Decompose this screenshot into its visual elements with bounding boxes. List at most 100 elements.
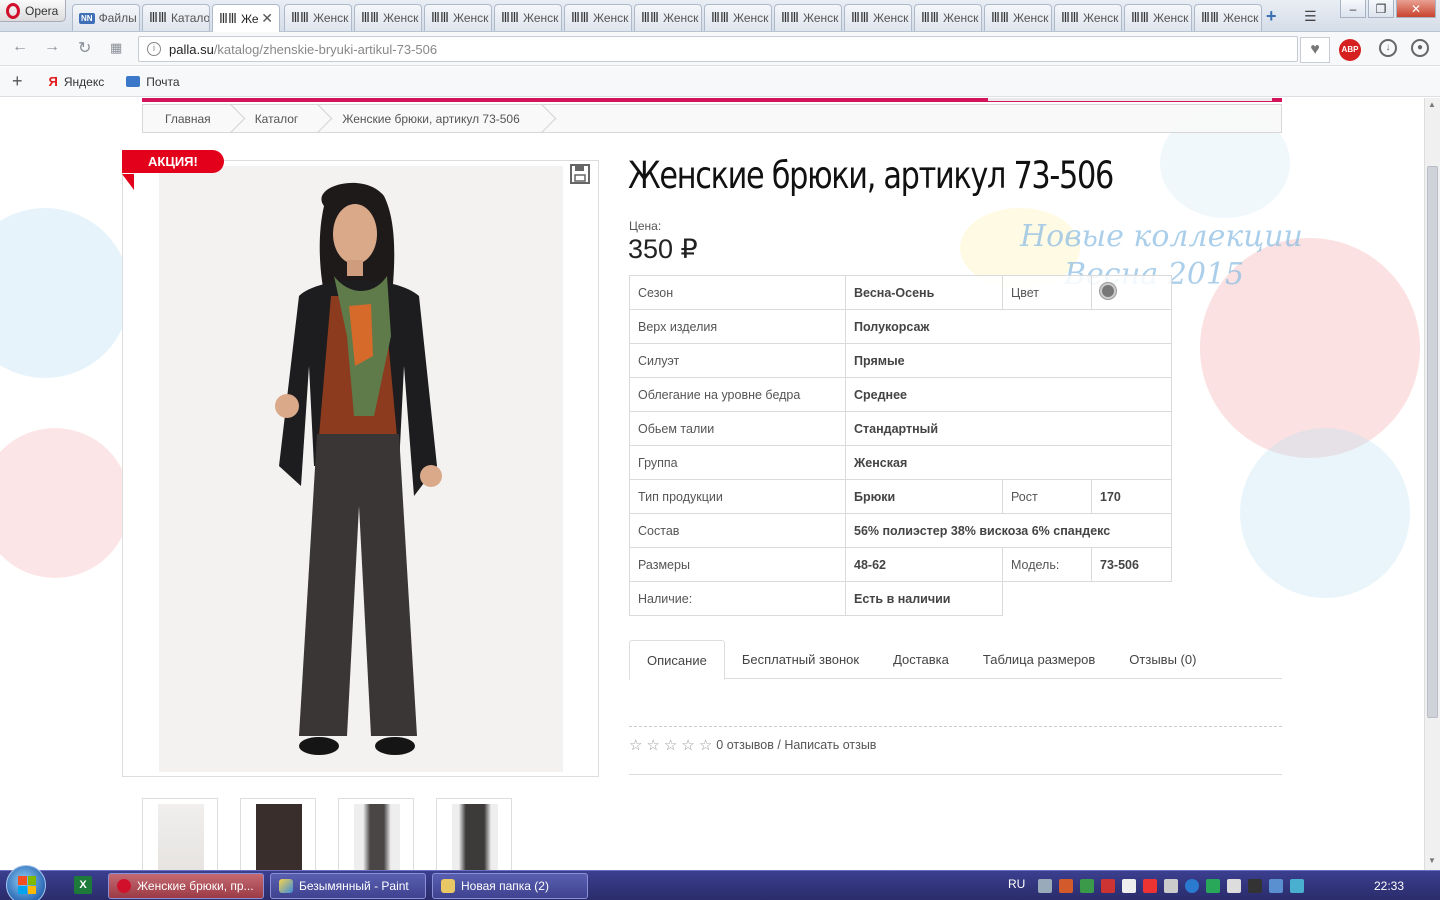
model-photo-illustration bbox=[275, 182, 442, 755]
spec-value: 48-62 bbox=[845, 547, 1003, 582]
volume-icon[interactable] bbox=[1227, 879, 1241, 893]
url-field[interactable]: i palla.su/katalog/zhenskie-bryuki-artik… bbox=[138, 36, 1298, 62]
spec-key: Группа bbox=[629, 445, 846, 480]
star-icon[interactable]: ☆ bbox=[629, 736, 642, 754]
tray-torrent-icon[interactable] bbox=[1206, 879, 1220, 893]
product-image-frame[interactable] bbox=[122, 160, 599, 777]
browser-tab[interactable]: ⅢⅢ Женск bbox=[1124, 4, 1192, 31]
palla-favicon-icon: ⅢⅢ bbox=[431, 10, 449, 25]
reviews-link[interactable]: 0 отзывов / Написать отзыв bbox=[716, 738, 876, 752]
language-indicator[interactable]: RU bbox=[1008, 877, 1025, 891]
color-swatch[interactable] bbox=[1100, 283, 1116, 299]
add-bookmark-icon[interactable]: + bbox=[12, 71, 23, 92]
bookmark-heart-icon[interactable]: ♥ bbox=[1300, 37, 1330, 63]
browser-tab[interactable]: ⅢⅢ Женск bbox=[284, 4, 352, 31]
browser-tab[interactable]: ⅢⅢ Женск bbox=[424, 4, 492, 31]
tab-free-call[interactable]: Бесплатный звонок bbox=[725, 640, 876, 679]
breadcrumb-catalog[interactable]: Каталог bbox=[233, 105, 321, 132]
reload-icon[interactable]: ↻ bbox=[78, 38, 91, 58]
back-arrow-icon[interactable]: ← bbox=[12, 38, 28, 56]
tray-app-icon[interactable] bbox=[1143, 879, 1157, 893]
tab-size-table[interactable]: Таблица размеров bbox=[966, 640, 1112, 679]
bookmark-yandex[interactable]: Я Яндекс bbox=[49, 74, 105, 89]
excel-icon[interactable]: X bbox=[74, 876, 92, 894]
browser-tab[interactable]: ⅢⅢ Женск bbox=[564, 4, 632, 31]
browser-tab[interactable]: ⅢⅢ Женск bbox=[1054, 4, 1122, 31]
site-info-icon[interactable]: i bbox=[147, 42, 161, 56]
product-photo[interactable] bbox=[159, 166, 563, 772]
breadcrumb-home[interactable]: Главная bbox=[143, 105, 233, 132]
spec-key: Облегание на уровне бедра bbox=[629, 377, 846, 412]
tray-app-icon[interactable] bbox=[1059, 879, 1073, 893]
tray-clipboard-icon[interactable] bbox=[1122, 879, 1136, 893]
tray-shield-icon[interactable] bbox=[1080, 879, 1094, 893]
network-icon[interactable] bbox=[1164, 879, 1178, 893]
browser-tab[interactable]: NN Файлы bbox=[72, 4, 140, 31]
browser-tab[interactable]: ⅢⅢ Женск bbox=[634, 4, 702, 31]
thumbnail-4[interactable] bbox=[436, 798, 512, 870]
scroll-up-icon[interactable]: ▲ bbox=[1428, 100, 1436, 109]
tray-app-icon[interactable] bbox=[1248, 879, 1262, 893]
tab-menu-icon[interactable]: ☰ bbox=[1304, 8, 1317, 25]
new-tab-icon[interactable]: + bbox=[1266, 6, 1277, 27]
browser-tab[interactable]: ⅢⅢ Женск bbox=[844, 4, 912, 31]
tab-delivery[interactable]: Доставка bbox=[876, 640, 966, 679]
tray-app-icon[interactable] bbox=[1038, 879, 1052, 893]
url-path: /katalog/zhenskie-bryuki-artikul-73-506 bbox=[213, 41, 438, 57]
browser-tab[interactable]: ⅢⅢ Женск bbox=[1194, 4, 1262, 31]
thumbnail-2[interactable] bbox=[240, 798, 316, 870]
opera-menu-label: Opera bbox=[25, 3, 59, 18]
thumbnail-image bbox=[452, 804, 498, 870]
maximize-icon[interactable]: ❐ bbox=[1368, 0, 1394, 18]
star-icon[interactable]: ☆ bbox=[664, 736, 677, 754]
thumbnail-image bbox=[354, 804, 400, 870]
browser-tab[interactable]: ⅢⅢ Женск bbox=[914, 4, 982, 31]
tab-reviews[interactable]: Отзывы (0) bbox=[1112, 640, 1213, 679]
opera-menu-button[interactable]: Opera bbox=[0, 0, 66, 22]
minimize-icon[interactable]: – bbox=[1340, 0, 1366, 18]
thumbnail-3[interactable] bbox=[338, 798, 414, 870]
taskbar-task-opera[interactable]: Женские брюки, пр... bbox=[108, 873, 264, 899]
star-icon[interactable]: ☆ bbox=[646, 736, 659, 754]
spec-key: Верх изделия bbox=[629, 309, 846, 344]
tab-label: Женск bbox=[312, 11, 349, 25]
scroll-down-icon[interactable]: ▼ bbox=[1428, 856, 1436, 865]
browser-tab[interactable]: ⅢⅢ Катало bbox=[142, 4, 210, 31]
watermark-line: Новые коллекции bbox=[1020, 219, 1303, 254]
browser-tab[interactable]: ⅢⅢ Женск bbox=[354, 4, 422, 31]
tray-app-icon[interactable] bbox=[1185, 879, 1199, 893]
page-scrollbar[interactable]: ▲ ▼ bbox=[1424, 98, 1440, 870]
browser-tab[interactable]: ⅢⅢ Женск bbox=[774, 4, 842, 31]
close-tab-icon[interactable]: ✕ bbox=[261, 10, 273, 27]
tab-description[interactable]: Описание bbox=[629, 640, 725, 680]
tray-app-icon[interactable] bbox=[1269, 879, 1283, 893]
save-icon[interactable] bbox=[570, 164, 592, 186]
browser-tab[interactable]: ⅢⅢ Женск bbox=[984, 4, 1052, 31]
tray-app-icon[interactable] bbox=[1101, 879, 1115, 893]
speed-dial-grid-icon[interactable]: ▦ bbox=[110, 40, 122, 56]
scrollbar-thumb[interactable] bbox=[1427, 166, 1438, 718]
thumbnail-1[interactable] bbox=[142, 798, 218, 870]
tray-app-icon[interactable] bbox=[1290, 879, 1304, 893]
close-window-icon[interactable]: ✕ bbox=[1396, 0, 1436, 18]
header-strip bbox=[142, 98, 1282, 102]
taskbar-task-paint[interactable]: Безымянный - Paint bbox=[270, 873, 426, 899]
tab-label: Женск bbox=[522, 11, 559, 25]
adblock-icon[interactable]: ABP bbox=[1339, 39, 1361, 61]
clock[interactable]: 22:33 bbox=[1374, 879, 1404, 893]
star-icon[interactable]: ☆ bbox=[699, 736, 712, 754]
header-search-box[interactable] bbox=[988, 98, 1272, 101]
browser-tab[interactable]: ⅢⅢ Женск bbox=[704, 4, 772, 31]
forward-arrow-icon[interactable]: → bbox=[44, 38, 60, 56]
spec-value: Стандартный bbox=[845, 411, 1172, 446]
bookmark-mail[interactable]: Почта bbox=[126, 75, 180, 89]
download-icon[interactable]: ↓ bbox=[1379, 39, 1397, 57]
browser-tab[interactable]: ⅢⅢ Женск bbox=[494, 4, 562, 31]
start-button[interactable] bbox=[6, 865, 46, 900]
browser-tab-active[interactable]: ⅢⅢ Же ✕ bbox=[212, 4, 280, 32]
tab-label: Женск bbox=[452, 11, 489, 25]
account-icon[interactable]: ● bbox=[1411, 39, 1429, 57]
star-icon[interactable]: ☆ bbox=[681, 736, 694, 754]
taskbar-task-folder[interactable]: Новая папка (2) bbox=[432, 873, 588, 899]
tab-label: Женск bbox=[1222, 11, 1259, 25]
